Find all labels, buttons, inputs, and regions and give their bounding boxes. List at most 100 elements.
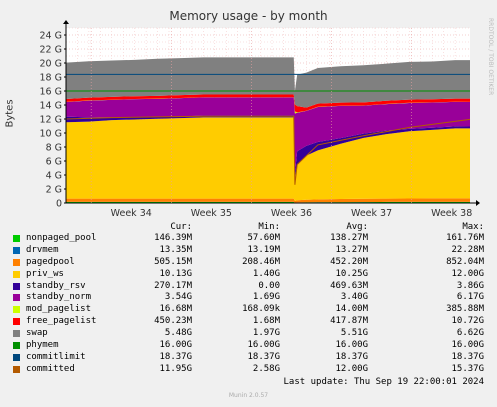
x-tick-label: Week 34 [111,208,152,219]
legend-swatch [13,270,20,278]
legend-series-name: swap [26,328,48,339]
legend-swatch [13,353,20,361]
legend-min-value: 57.60M [247,233,280,243]
x-tick-label: Week 35 [191,208,232,219]
legend-cur-value: 16.00G [159,340,192,351]
legend-avg-value: 16.00G [335,340,368,351]
legend-cur-value: 5.48G [164,328,192,339]
legend-avg-value: 10.25G [335,268,368,279]
legend-swatch [13,258,20,266]
last-update: Last update: Thu Sep 19 22:00:01 2024 [283,377,484,387]
y-tick-label: 10 G [40,129,62,140]
legend-series-name: priv_ws [26,268,64,279]
munin-version: Munin 2.0.57 [228,392,269,399]
legend-cur-value: 16.68M [159,304,192,315]
legend-avg-value: 13.27M [335,244,368,255]
legend-max-value: 852.04M [446,256,484,267]
x-axis-arrow [476,200,480,206]
legend-swatch [13,294,20,302]
y-tick-label: 8 G [46,143,62,154]
legend-min-value: 1.69G [252,292,280,303]
legend-cur-value: 13.35M [159,244,192,255]
stacked-areas [66,57,470,203]
legend-series-name: commitlimit [26,351,86,362]
legend-max-value: 10.72G [451,316,484,327]
legend-avg-value: 3.40G [340,292,368,303]
legend-avg-value: 452.20M [330,256,368,267]
legend-avg-value: 469.63M [330,280,368,291]
legend-cur-value: 505.15M [154,256,192,267]
legend-header-max: Max: [462,222,484,232]
legend-max-value: 6.17G [456,292,484,303]
legend-min-value: 168.09k [242,304,280,315]
legend-max-value: 22.28M [451,244,484,255]
legend-series-name: drvmem [26,244,59,255]
legend-series-name: standby_norm [26,292,92,303]
legend-avg-value: 14.00M [335,304,368,315]
legend-series-name: pagedpool [26,256,75,267]
legend-avg-value: 138.27M [330,233,368,243]
legend-swatch [13,235,20,242]
y-tick-label: 4 G [46,171,62,182]
legend-swatch [13,282,20,290]
legend-min-value: 0.00 [258,280,280,291]
y-tick-label: 20 G [40,59,62,70]
x-tick-label: Week 37 [351,208,392,219]
y-tick-label: 24 G [40,31,62,42]
legend-min-value: 1.97G [252,328,280,339]
legend-min-value: 18.37G [247,351,280,362]
legend-avg-value: 417.87M [330,316,368,327]
legend-avg-value: 18.37G [335,351,368,362]
legend-cur-value: 10.13G [159,268,192,279]
legend-max-value: 161.76M [446,233,484,243]
y-axis-arrow [63,20,69,24]
legend-series-name: mod_pagelist [26,304,92,315]
y-tick-label: 22 G [40,45,62,56]
y-tick-label: 0 [56,199,62,210]
legend-swatch [13,246,20,254]
legend-cur-value: 450.23M [154,316,192,327]
legend-max-value: 16.00G [451,340,484,351]
legend-series-name: free_pagelist [26,316,97,327]
legend-series-name: nonpaged_pool [26,233,97,243]
y-tick-label: 12 G [40,115,62,126]
x-tick-label: Week 36 [271,208,312,219]
area-pagedpool [66,198,470,203]
legend-swatch [13,365,20,373]
legend-cur-value: 146.39M [154,233,192,243]
x-tick-label: Week 38 [431,208,472,219]
legend-min-value: 1.68M [252,316,280,327]
legend-min-value: 16.00G [247,340,280,351]
legend-swatch [13,306,20,314]
legend-swatch [13,318,20,326]
legend-series-name: committed [26,363,75,374]
legend-header-cur: Cur: [170,222,192,232]
legend-header-min: Min: [258,222,280,232]
legend-series-name: phymem [26,340,59,351]
y-tick-label: 14 G [40,101,62,112]
legend-max-value: 18.37G [451,351,484,362]
legend-min-value: 2.58G [252,363,280,374]
y-tick-label: 18 G [40,73,62,84]
legend-header-avg: Avg: [346,222,368,232]
legend-swatch [13,330,20,338]
legend-max-value: 3.86G [456,280,484,291]
legend-min-value: 208.46M [242,256,280,267]
legend-min-value: 13.19M [247,244,280,255]
y-tick-label: 2 G [46,185,62,196]
legend-cur-value: 11.95G [159,363,192,374]
y-ticks: 0 2 G 4 G 6 G 8 G 10 G 12 G 14 G 16 G 18 G 20 G 22 … [40,31,66,210]
legend-max-value: 385.88M [446,304,484,315]
legend-max-value: 12.00G [451,268,484,279]
y-tick-label: 6 G [46,157,62,168]
legend-avg-value: 5.51G [340,328,368,339]
legend-max-value: 6.62G [456,328,484,339]
legend-series-name: standby_rsv [26,280,86,291]
legend-avg-value: 12.00G [335,363,368,374]
legend-cur-value: 270.17M [154,280,192,291]
legend-cur-value: 18.37G [159,351,192,362]
legend-max-value: 15.37G [451,363,484,374]
y-tick-label: 16 G [40,87,62,98]
legend-cur-value: 3.54G [164,292,192,303]
legend-swatch [13,342,20,350]
